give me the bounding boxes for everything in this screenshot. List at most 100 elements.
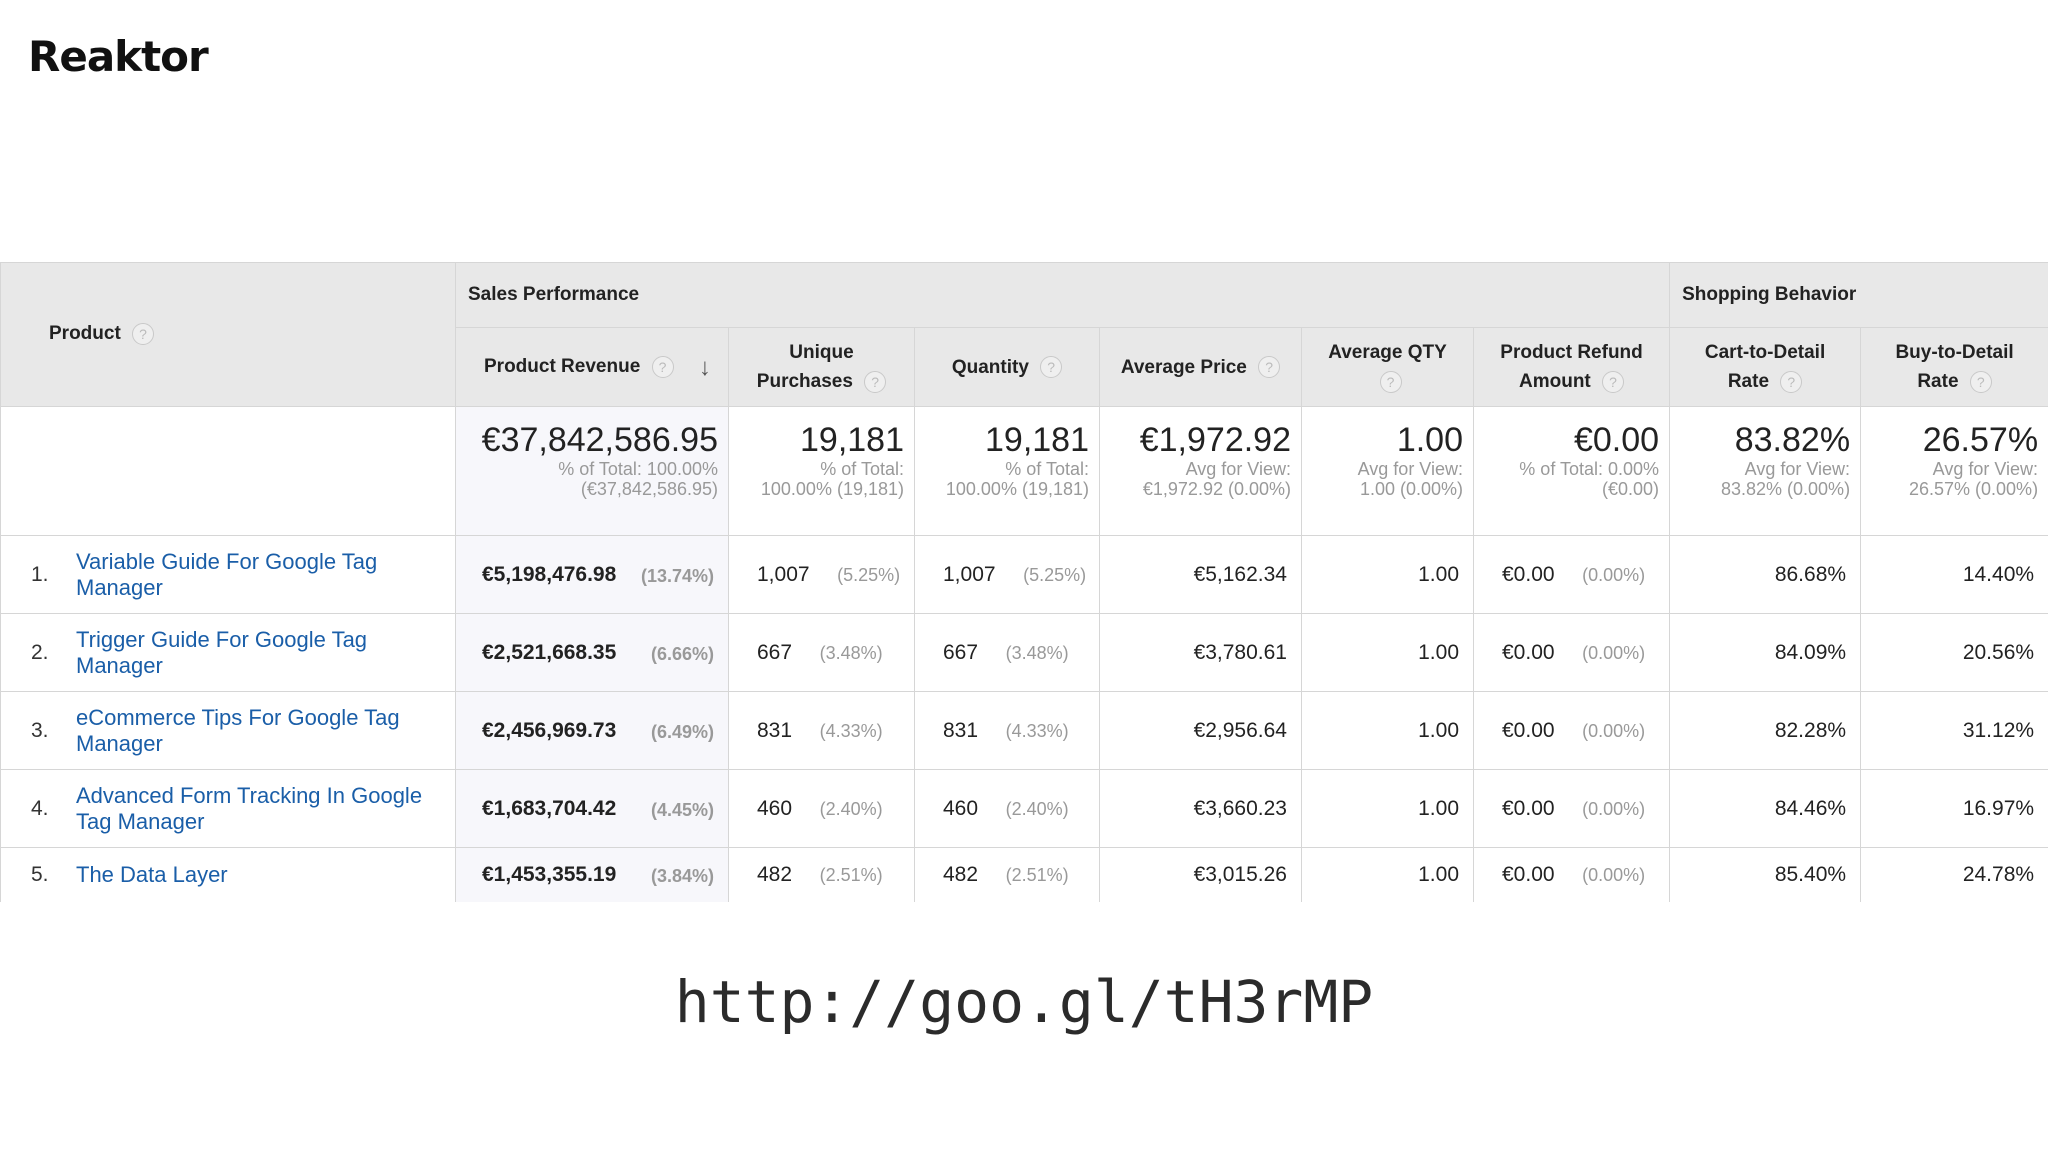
total-revenue-amount: (€37,842,586.95) (580, 479, 718, 499)
unique-value: 831 (757, 718, 793, 742)
b2d-cell: 24.78% (1860, 847, 2048, 902)
total-revenue-cell: €37,842,586.95 % of Total: 100.00% (€37,… (455, 406, 729, 536)
unique-purchases-column-header[interactable]: Unique Purchases ? (728, 327, 915, 407)
total-refund-amount: (€0.00) (1602, 479, 1660, 499)
b2d-cell: 20.56% (1860, 613, 2048, 692)
c2d-cell: 85.40% (1669, 847, 1862, 902)
help-icon[interactable]: ? (1040, 356, 1063, 379)
unique-percent: (3.48%) (819, 642, 883, 663)
product-rows: 1. Variable Guide For Google Tag Manager… (0, 535, 2048, 902)
revenue-value: €5,198,476.98 (482, 562, 617, 586)
total-unique-cell: 19,181 % of Total: 100.00% (19,181) (728, 406, 915, 536)
b2d-label-line1: Buy-to-Detail (1895, 342, 2014, 363)
total-b2d-cell: 26.57% Avg for View: 26.57% (0.00%) (1860, 406, 2048, 536)
total-avg-price-label: Avg for View: (1185, 459, 1291, 479)
total-avg-qty-cell: 1.00 Avg for View: 1.00 (0.00%) (1301, 406, 1474, 536)
b2d-cell: 16.97% (1860, 769, 2048, 848)
revenue-cell: €5,198,476.98 (13.74%) (455, 535, 729, 614)
revenue-percent: (6.66%) (650, 643, 714, 664)
product-link[interactable]: Variable Guide For Google Tag Manager (76, 549, 455, 601)
avg-qty-cell: 1.00 (1301, 613, 1474, 692)
sales-performance-group-header: Sales Performance (454, 262, 1671, 328)
help-icon[interactable]: ? (1379, 370, 1402, 393)
average-price-column-header[interactable]: Average Price ? (1099, 327, 1302, 407)
total-unique-value: 19,181 (800, 421, 904, 459)
average-qty-label: Average QTY (1328, 342, 1447, 363)
revenue-cell: €2,521,668.35 (6.66%) (455, 613, 729, 692)
help-icon[interactable]: ? (651, 356, 674, 379)
revenue-percent: (3.84%) (650, 866, 714, 886)
c2d-cell: 84.09% (1669, 613, 1862, 692)
total-quantity-cell: 19,181 % of Total: 100.00% (19,181) (914, 406, 1100, 536)
refund-percent: (0.00%) (1582, 564, 1646, 585)
c2d-cell: 84.46% (1669, 769, 1862, 848)
refund-value: €0.00 (1502, 562, 1555, 586)
unique-purchases-label-line1: Unique (789, 342, 854, 363)
refund-percent: (0.00%) (1582, 720, 1646, 741)
total-b2d-label: Avg for View: (1932, 459, 2039, 479)
help-icon[interactable]: ? (1258, 356, 1281, 379)
refund-label-line1: Product Refund (1500, 342, 1643, 363)
c2d-cell: 82.28% (1669, 691, 1862, 770)
product-column-header[interactable]: Product ? (0, 262, 456, 407)
product-revenue-column-header[interactable]: Product Revenue ? ↓ (455, 327, 729, 407)
average-price-label: Average Price (1120, 356, 1247, 378)
help-icon[interactable]: ? (132, 323, 155, 346)
table-row: 2. Trigger Guide For Google Tag Manager … (0, 613, 2048, 692)
product-header-label: Product (49, 323, 121, 345)
total-quantity-share-label: % of Total: (1005, 459, 1089, 479)
total-c2d-view: 83.82% (0.00%) (1720, 479, 1851, 499)
total-c2d-label: Avg for View: (1744, 459, 1851, 479)
row-rank: 2. (31, 640, 49, 664)
shopping-behavior-group-header: Shopping Behavior (1669, 262, 2048, 328)
totals-row: €37,842,586.95 % of Total: 100.00% (€37,… (0, 406, 2048, 536)
help-icon[interactable]: ? (1780, 370, 1803, 393)
row-rank: 5. (31, 863, 49, 886)
total-avg-price-view: €1,972.92 (0.00%) (1142, 479, 1291, 499)
avg-price-cell: €3,780.61 (1099, 613, 1302, 692)
product-link[interactable]: The Data Layer (76, 862, 455, 888)
revenue-percent: (6.49%) (650, 721, 714, 742)
product-link[interactable]: eCommerce Tips For Google Tag Manager (76, 705, 455, 757)
avg-price-cell: €3,660.23 (1099, 769, 1302, 848)
quantity-percent: (4.33%) (1005, 720, 1069, 741)
product-refund-amount-column-header[interactable]: Product Refund Amount ? (1472, 327, 1671, 407)
unique-purchases-cell: 482 (2.51%) (728, 847, 915, 902)
refund-percent: (0.00%) (1582, 798, 1646, 819)
buy-to-detail-rate-column-header[interactable]: Buy-to-Detail Rate ? (1860, 327, 2048, 407)
refund-value: €0.00 (1502, 796, 1555, 820)
cart-to-detail-rate-column-header[interactable]: Cart-to-Detail Rate ? (1669, 327, 1862, 407)
short-url: http://goo.gl/tH3rMP (674, 968, 1374, 1036)
help-icon[interactable]: ? (1602, 370, 1625, 393)
table-row: 3. eCommerce Tips For Google Tag Manager… (0, 691, 2048, 770)
average-qty-column-header[interactable]: Average QTY ? (1301, 327, 1474, 407)
b2d-cell: 31.12% (1860, 691, 2048, 770)
product-link[interactable]: Trigger Guide For Google Tag Manager (76, 627, 455, 679)
unique-value: 667 (757, 640, 793, 664)
row-rank: 1. (31, 562, 49, 586)
row-rank: 3. (31, 718, 49, 742)
table-row: 4. Advanced Form Tracking In Google Tag … (0, 769, 2048, 848)
c2d-label-line2: Rate (1727, 371, 1770, 392)
help-icon[interactable]: ? (1969, 370, 1992, 393)
unique-percent: (2.40%) (819, 798, 883, 819)
revenue-percent: (13.74%) (640, 565, 714, 586)
quantity-column-header[interactable]: Quantity ? (914, 327, 1100, 407)
b2d-label-line2: Rate (1917, 371, 1959, 392)
revenue-cell: €2,456,969.73 (6.49%) (455, 691, 729, 770)
product-cell: 3. eCommerce Tips For Google Tag Manager (0, 691, 456, 770)
quantity-cell: 831 (4.33%) (914, 691, 1100, 770)
quantity-label: Quantity (951, 356, 1029, 378)
refund-value: €0.00 (1502, 863, 1555, 886)
refund-label-line2: Amount (1519, 371, 1591, 392)
quantity-percent: (2.40%) (1005, 798, 1069, 819)
refund-cell: €0.00 (0.00%) (1472, 769, 1671, 848)
total-avg-price-cell: €1,972.92 Avg for View: €1,972.92 (0.00%… (1099, 406, 1302, 536)
quantity-cell: 460 (2.40%) (914, 769, 1100, 848)
help-icon[interactable]: ? (864, 370, 887, 393)
refund-cell: €0.00 (0.00%) (1472, 535, 1671, 614)
avg-price-cell: €3,015.26 (1099, 847, 1302, 902)
product-link[interactable]: Advanced Form Tracking In Google Tag Man… (76, 783, 455, 835)
product-cell: 1. Variable Guide For Google Tag Manager (0, 535, 456, 614)
sort-descending-icon[interactable]: ↓ (699, 354, 711, 381)
